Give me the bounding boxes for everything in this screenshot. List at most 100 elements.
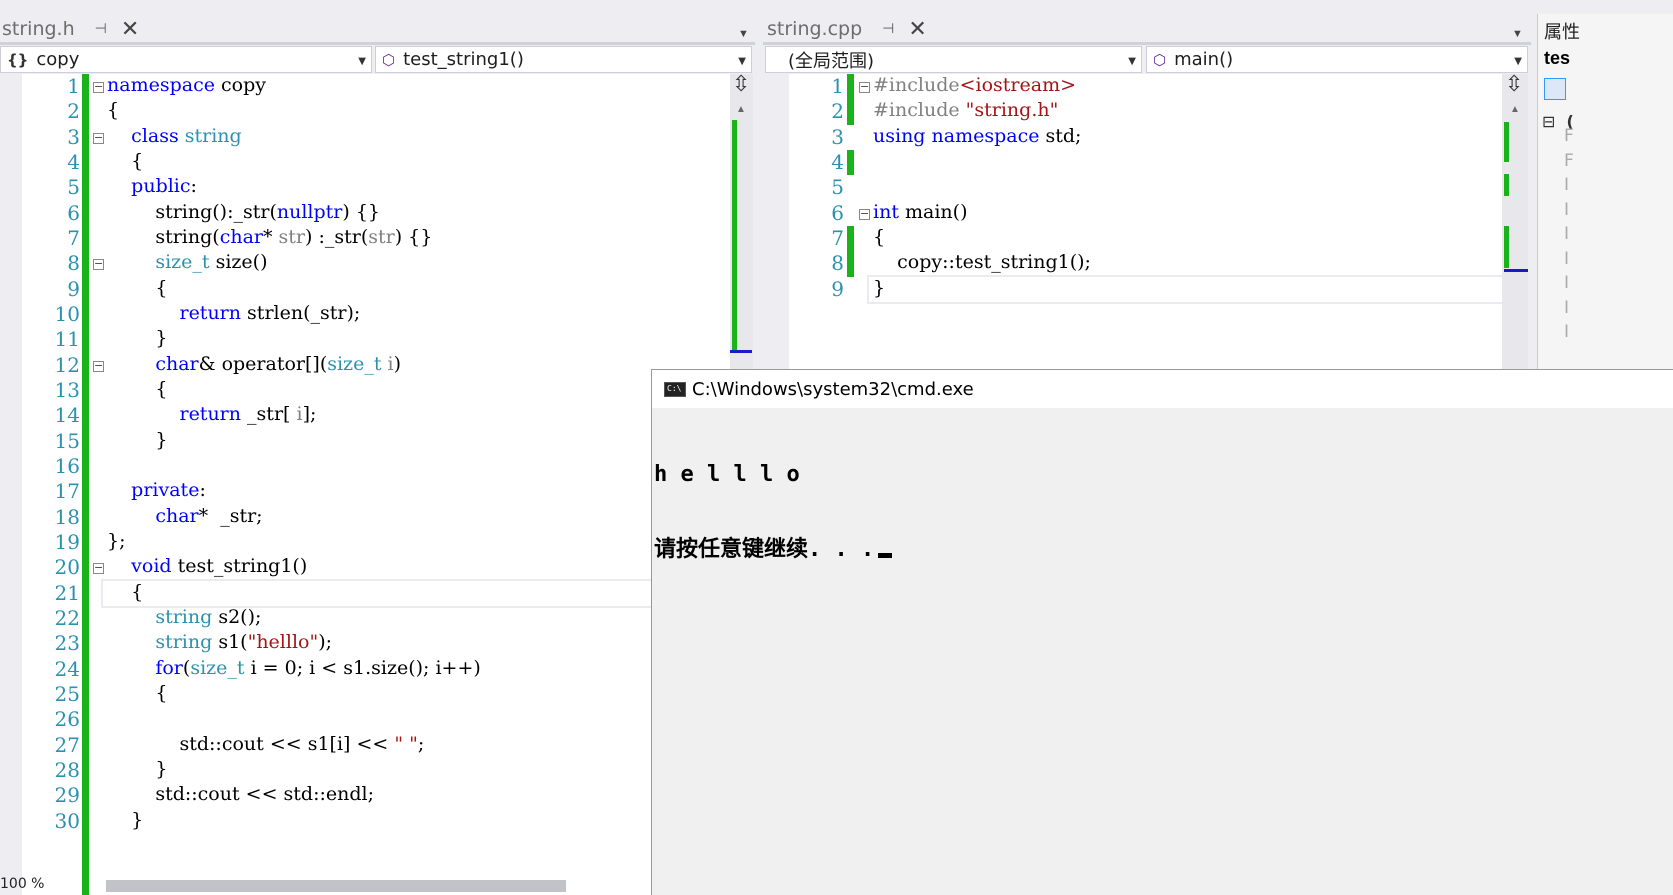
code-line[interactable]: 30 } [0, 809, 730, 834]
tab-string-cpp[interactable]: string.cpp ⊣ ✕ [767, 14, 927, 44]
property-name[interactable]: I [1564, 222, 1574, 247]
code-line[interactable]: 7{ [789, 226, 1502, 251]
fold-toggle-icon[interactable]: − [859, 208, 870, 220]
code-line[interactable]: 23 string s1("helllo"); [0, 631, 730, 656]
code-line[interactable]: 21 { [55, 578, 730, 608]
method-cube-icon: ⬡ [382, 50, 396, 69]
fold-toggle-icon[interactable]: − [93, 562, 104, 575]
tab-list-dropdown-icon[interactable]: ▼ [738, 28, 749, 40]
change-marker [847, 149, 854, 176]
code-text: namespace copy [107, 74, 266, 96]
cmd-output: h e l l l o 请按任意键继续. . . [654, 412, 893, 612]
code-line[interactable]: 8 size_t size() [0, 251, 730, 276]
property-name[interactable]: I [1564, 173, 1574, 198]
code-line[interactable]: 12 char& operator[](size_t i) [0, 353, 730, 378]
code-line[interactable]: 18 char* _str; [0, 505, 730, 530]
property-name[interactable]: I [1564, 198, 1574, 223]
tab-list-dropdown-icon[interactable]: ▼ [1512, 28, 1523, 40]
code-line[interactable]: 17 private: [0, 479, 730, 504]
fold-toggle-icon[interactable]: − [859, 81, 870, 93]
code-line[interactable]: 5 [789, 175, 1502, 200]
vertical-scrollbar[interactable]: ⇳ ▲ [730, 72, 753, 370]
zoom-level[interactable]: 100 % [0, 876, 44, 892]
property-name[interactable]: I [1564, 320, 1574, 345]
line-number: 5 [67, 175, 80, 200]
fold-toggle-icon[interactable]: − [93, 81, 104, 93]
cmd-title: C:\Windows\system32\cmd.exe [692, 378, 974, 400]
vertical-scrollbar[interactable]: ⇳ ▲ [1502, 72, 1528, 370]
code-line[interactable]: 10 return strlen(_str); [0, 302, 730, 327]
scope-dropdown[interactable]: (全局范围) ▼ [765, 46, 1142, 73]
properties-panel[interactable]: 属性 tes ⊟ ( FFIIIIIII [1537, 14, 1673, 374]
code-line[interactable]: 1 #include<iostream> [789, 74, 1502, 99]
pin-icon[interactable]: ⊣ [882, 21, 894, 37]
fold-toggle-icon[interactable]: − [93, 360, 104, 372]
split-editor-icon[interactable]: ⇳ [1505, 72, 1523, 97]
split-editor-icon[interactable]: ⇳ [732, 72, 750, 97]
pin-icon[interactable]: ⊣ [95, 21, 107, 37]
line-number: 22 [54, 605, 80, 630]
code-line[interactable]: 28 } [0, 758, 730, 783]
line-number: 30 [54, 808, 80, 833]
collapse-icon[interactable]: ⊟ [1542, 112, 1555, 131]
code-line[interactable]: 14 return _str[ i]; [0, 403, 730, 428]
property-name[interactable]: F [1564, 124, 1574, 149]
code-line[interactable]: 19}; [0, 530, 730, 555]
code-line[interactable]: 24 for(size_t i = 0; i < s1.size(); i++) [0, 657, 730, 682]
scroll-up-icon[interactable]: ▲ [736, 104, 746, 115]
code-editor-string-cpp[interactable]: 1 #include<iostream> 2 #include "string.h" 3… [789, 74, 1502, 370]
code-line[interactable]: 25 { [0, 682, 730, 707]
output-line: 请按任意键继续. . . [654, 537, 875, 562]
cmd-window[interactable]: C:\Windows\system32\cmd.exe h e l l l o … [651, 369, 1673, 895]
line-number: 14 [54, 403, 80, 428]
code-line[interactable]: 26 [0, 707, 730, 732]
fold-toggle-icon[interactable]: − [93, 258, 104, 271]
code-line[interactable]: 9 { [0, 277, 730, 302]
tab-string-h[interactable]: string.h ⊣ ✕ [2, 14, 139, 44]
member-value: main() [1174, 49, 1234, 70]
code-line[interactable]: 15 } [0, 429, 730, 454]
code-line[interactable]: 22 string s2(); [0, 606, 730, 631]
categorized-view-icon[interactable] [1544, 78, 1566, 100]
code-line[interactable]: 4 { [0, 150, 730, 175]
code-line[interactable]: 9} [831, 274, 1502, 304]
code-line[interactable]: 7 string(char* str) :_str(str) {} [0, 226, 730, 251]
code-line[interactable]: 8 copy::test_string1(); [789, 251, 1502, 276]
code-line[interactable]: 27 std::cout << s1[i] << " "; [0, 733, 730, 758]
code-line[interactable]: 1 namespace copy [0, 74, 730, 99]
output-line: h e l l l o [654, 462, 800, 487]
code-line[interactable]: 2{ [0, 99, 730, 124]
scroll-caret-marker [1504, 269, 1528, 272]
close-icon[interactable]: ✕ [908, 17, 926, 42]
code-line[interactable]: 6 string():_str(nullptr) {} [0, 201, 730, 226]
code-line[interactable]: 13 { [0, 378, 730, 403]
property-name[interactable]: I [1564, 247, 1574, 272]
cmd-title-bar[interactable]: C:\Windows\system32\cmd.exe [652, 370, 1673, 408]
fold-toggle-icon[interactable]: − [93, 132, 104, 144]
code-line[interactable]: 29 std::cout << std::endl; [0, 783, 730, 808]
code-editor-string-h[interactable]: 1 namespace copy 2{3 class string 4 {5 publ… [0, 74, 730, 895]
property-name[interactable]: I [1564, 271, 1574, 296]
close-icon[interactable]: ✕ [121, 17, 139, 42]
code-line[interactable]: 6 int main() [789, 201, 1502, 226]
code-text: { [107, 377, 168, 400]
member-dropdown[interactable]: ⬡ test_string1() ▼ [375, 46, 752, 73]
property-name[interactable]: I [1564, 296, 1574, 321]
scroll-up-icon[interactable]: ▲ [1510, 104, 1520, 115]
code-line[interactable]: 3 class string [0, 125, 730, 150]
code-line[interactable]: 3 using namespace std; [789, 125, 1502, 150]
property-name[interactable]: F [1564, 149, 1574, 174]
code-line[interactable]: 20 void test_string1() [0, 555, 730, 580]
code-text: { [107, 276, 168, 299]
line-number: 27 [54, 732, 80, 757]
member-dropdown[interactable]: ⬡ main() ▼ [1146, 46, 1528, 73]
scope-dropdown[interactable]: {} copy ▼ [0, 46, 372, 73]
code-line[interactable]: 4 [789, 150, 1502, 175]
code-text: for(size_t i = 0; i < s1.size(); i++) [155, 656, 481, 679]
code-line[interactable]: 5 public: [0, 175, 730, 200]
code-line[interactable]: 2 #include "string.h" [789, 99, 1502, 124]
code-line[interactable]: 11 } [0, 327, 730, 352]
code-line[interactable]: 16 [0, 454, 730, 479]
line-number: 23 [54, 631, 80, 656]
horizontal-scrollbar-thumb[interactable] [106, 880, 566, 892]
